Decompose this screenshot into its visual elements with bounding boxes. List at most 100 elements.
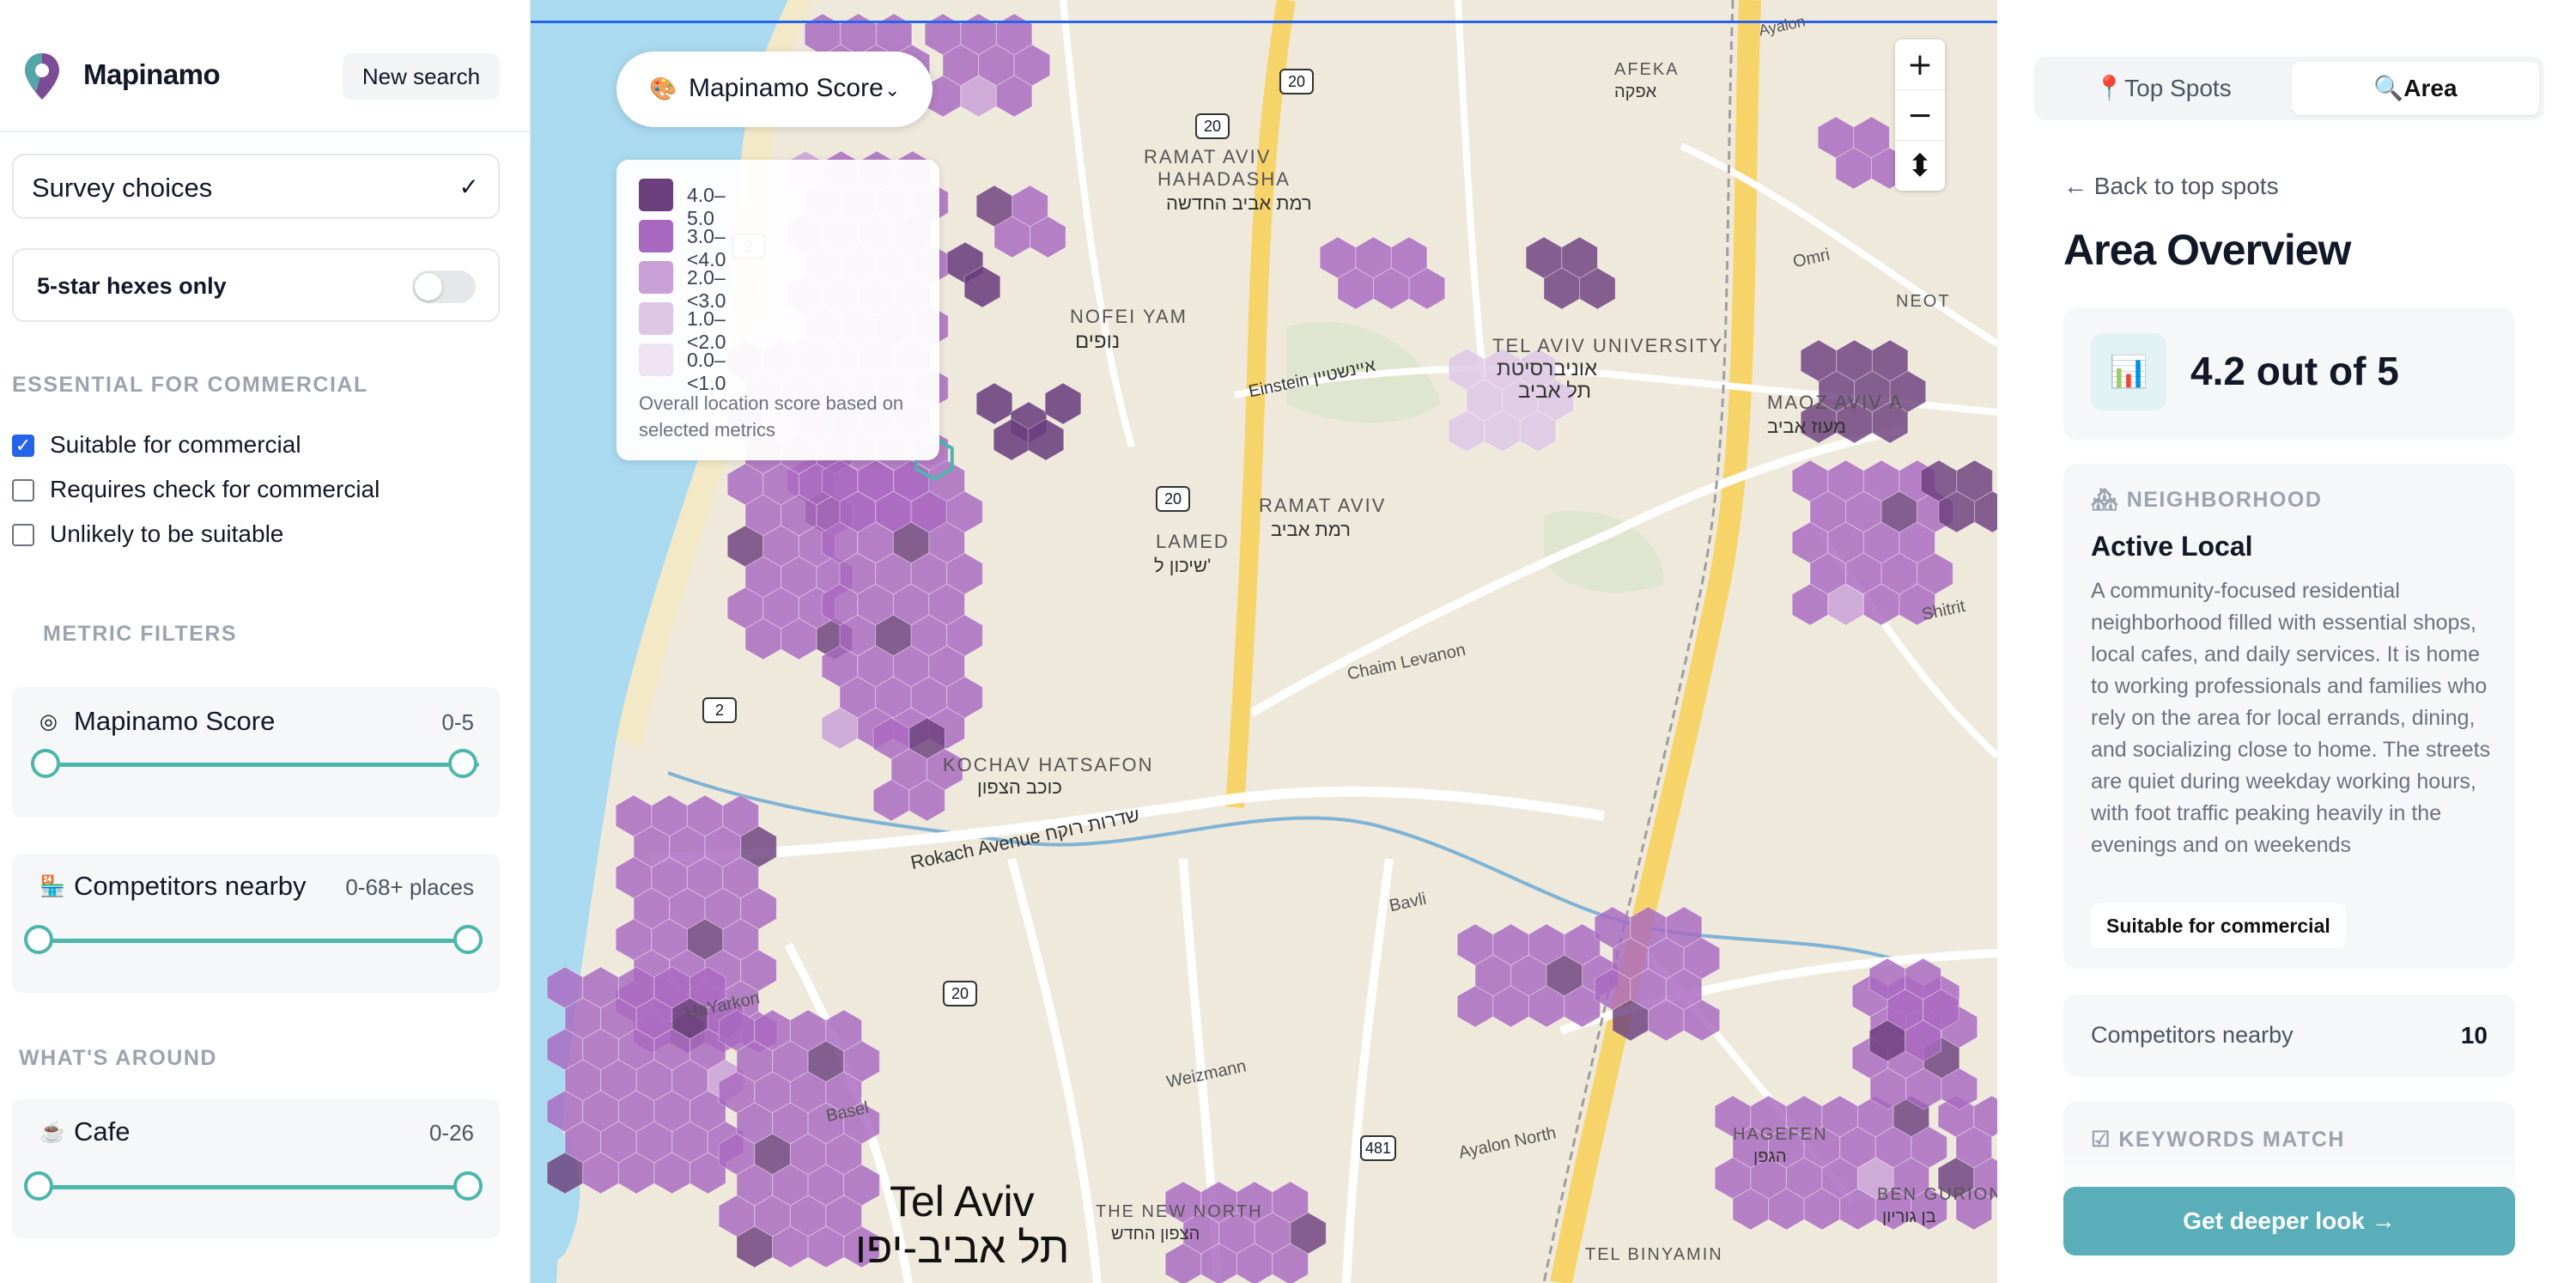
road-shield: 2 xyxy=(702,697,737,723)
map-label: LAMED xyxy=(1156,531,1230,552)
zoom-out-button[interactable]: − xyxy=(1895,90,1945,140)
map-label: רמת אביב xyxy=(1271,519,1351,540)
neighborhood-description: A community-focused residential neighbor… xyxy=(2091,579,2491,857)
ayalon-highway xyxy=(1550,0,1761,1283)
competitors-label: Competitors nearby xyxy=(2091,1022,2293,1048)
cafe-slider-max-handle[interactable] xyxy=(453,1171,483,1201)
checkbox-checked[interactable]: ✓ xyxy=(12,435,34,457)
legend-label: 3.0–<4.0 xyxy=(687,225,726,271)
road-shield: 481 xyxy=(1360,1135,1397,1161)
toggle-knob xyxy=(415,273,442,301)
legend-swatch xyxy=(639,179,673,211)
new-search-button[interactable]: New search xyxy=(343,53,500,100)
tab-label: Top Spots xyxy=(2124,75,2232,101)
map-label: אוניברסיטת xyxy=(1497,357,1598,380)
neighborhood-heading-text: NEIGHBORHOOD xyxy=(2126,488,2323,512)
chevron-down-icon: ⌄ xyxy=(884,79,901,100)
road-shield: 20 xyxy=(1279,69,1314,94)
competitors-slider-min-handle[interactable] xyxy=(24,925,53,954)
score-slider-min-handle[interactable] xyxy=(31,749,60,778)
score-metric-selector[interactable]: 🎨 Mapinamo Score ⌄ xyxy=(617,52,933,127)
map-canvas[interactable]: RAMAT AVIV HAHADASHA רמת אביב החדשה NOFEI Y… xyxy=(531,0,1997,1283)
cafe-slider-track[interactable] xyxy=(39,1185,471,1189)
competitors-value: 10 xyxy=(2460,1022,2488,1049)
neighborhood-card: 🏘 NEIGHBORHOOD Active Local A community-… xyxy=(2063,464,2515,969)
keywords-heading-text: KEYWORDS MATCH xyxy=(2118,1128,2345,1152)
back-to-top-spots-link[interactable]: ← Back to top spots xyxy=(2063,173,2279,200)
map-label: שיכון ל' xyxy=(1154,555,1212,576)
street xyxy=(1060,0,1135,448)
street xyxy=(1455,0,1487,379)
map-label: RAMAT AVIV xyxy=(1144,146,1272,167)
map-label: HAHADASHA xyxy=(1157,168,1291,190)
suitability-badge: Suitable for commercial xyxy=(2091,903,2346,948)
neighborhood-name: Active Local xyxy=(2091,531,2253,562)
checkbox-unchecked[interactable] xyxy=(12,524,34,546)
cafe-slider-min-handle[interactable] xyxy=(24,1171,53,1201)
filter-sidebar: Mapinamo New search Survey choices ✓ 5-s… xyxy=(0,0,531,1283)
map-label: NOFEI YAM xyxy=(1070,306,1188,327)
bar-chart-icon: 📊 xyxy=(2091,333,2166,410)
zoom-in-button[interactable]: + xyxy=(1895,40,1945,89)
legend-label: 1.0–<2.0 xyxy=(687,307,726,353)
area-score-value: 4.2 out of 5 xyxy=(2190,349,2399,393)
tab-label: Area xyxy=(2403,75,2458,101)
palette-icon: 🎨 xyxy=(649,76,677,101)
magnifier-icon: 🔍 xyxy=(2373,75,2404,101)
score-slider-max-handle[interactable] xyxy=(448,749,477,778)
tab-top-spots[interactable]: 📍Top Spots xyxy=(2039,62,2287,115)
map-label: THE NEW NORTH xyxy=(1096,1202,1263,1221)
competitors-slider-track[interactable] xyxy=(39,939,471,943)
metric-filters-heading: METRIC FILTERS xyxy=(43,622,238,646)
map-label: תל אביב-יפו xyxy=(855,1224,1070,1272)
logo-pin-icon xyxy=(25,53,59,100)
map-navigation-control: + − ⬍ xyxy=(1895,40,1945,191)
legend-label: 2.0–<3.0 xyxy=(687,266,726,312)
map-label: הצפון החדש xyxy=(1111,1225,1200,1243)
legend-label: 4.0–5.0 xyxy=(687,184,726,229)
map-label: Tel Aviv xyxy=(890,1177,1035,1225)
mapinamo-score-filter: ◎ Mapinamo Score 0-5 xyxy=(12,687,500,818)
checkbox-icon: ☑ xyxy=(2091,1128,2111,1152)
five-star-label: 5-star hexes only xyxy=(37,273,227,299)
map-label: הגפן xyxy=(1753,1147,1787,1166)
whats-around-heading: WHAT'S AROUND xyxy=(19,1046,217,1070)
legend-swatch xyxy=(639,344,673,376)
checkmark-icon: ✓ xyxy=(459,173,479,200)
tab-area[interactable]: 🔍Area xyxy=(2292,62,2539,115)
filter-name: Cafe xyxy=(74,1116,131,1146)
filter-range: 0-68+ places xyxy=(345,874,474,900)
map-label: אפקה xyxy=(1614,82,1657,101)
check-label: Unlikely to be suitable xyxy=(50,520,284,547)
survey-choices-dropdown[interactable]: Survey choices ✓ xyxy=(12,154,500,219)
map-label: KOCHAV HATSAFON xyxy=(943,754,1154,775)
checkbox-unchecked[interactable] xyxy=(12,479,34,502)
houses-icon: 🏘 xyxy=(2091,488,2120,512)
map-label: MAOZ AVIV A xyxy=(1767,392,1904,413)
filter-name: Mapinamo Score xyxy=(74,706,276,736)
compass-reset-button[interactable]: ⬍ xyxy=(1895,141,1945,191)
score-legend: 4.0–5.0 3.0–<4.0 2.0–<3.0 1.0–<2.0 0.0–<… xyxy=(617,160,939,460)
score-hex[interactable] xyxy=(975,382,1013,425)
get-deeper-look-button[interactable]: Get deeper look → xyxy=(2063,1187,2515,1256)
legend-swatch xyxy=(639,261,673,294)
store-icon: 🏪 xyxy=(39,875,65,898)
map-label: נופים xyxy=(1075,330,1121,353)
filter-range: 0-5 xyxy=(441,709,474,735)
score-selector-label: Mapinamo Score xyxy=(689,74,884,102)
five-star-toggle[interactable] xyxy=(412,271,476,303)
area-details-panel: 📍Top Spots 🔍Area ← Back to top spots Are… xyxy=(1998,0,2576,1283)
road-shield: 20 xyxy=(1195,113,1230,139)
map-label: RAMAT AVIV xyxy=(1259,495,1387,516)
highway-2 xyxy=(1225,0,1296,808)
map-label: TEL AVIV UNIVERSITY xyxy=(1492,335,1724,356)
panel-tabs: 📍Top Spots 🔍Area xyxy=(2034,57,2544,120)
competitors-slider-max-handle[interactable] xyxy=(453,925,483,954)
competitors-filter: 🏪 Competitors nearby 0-68+ places xyxy=(12,854,500,993)
score-hex[interactable] xyxy=(1044,382,1082,425)
score-slider-track[interactable] xyxy=(46,763,479,767)
area-score-card: 📊 4.2 out of 5 xyxy=(2063,307,2515,440)
legend-swatch xyxy=(639,220,673,252)
coffee-icon: ☕ xyxy=(39,1121,65,1144)
competitors-card: Competitors nearby 10 xyxy=(2063,994,2515,1077)
